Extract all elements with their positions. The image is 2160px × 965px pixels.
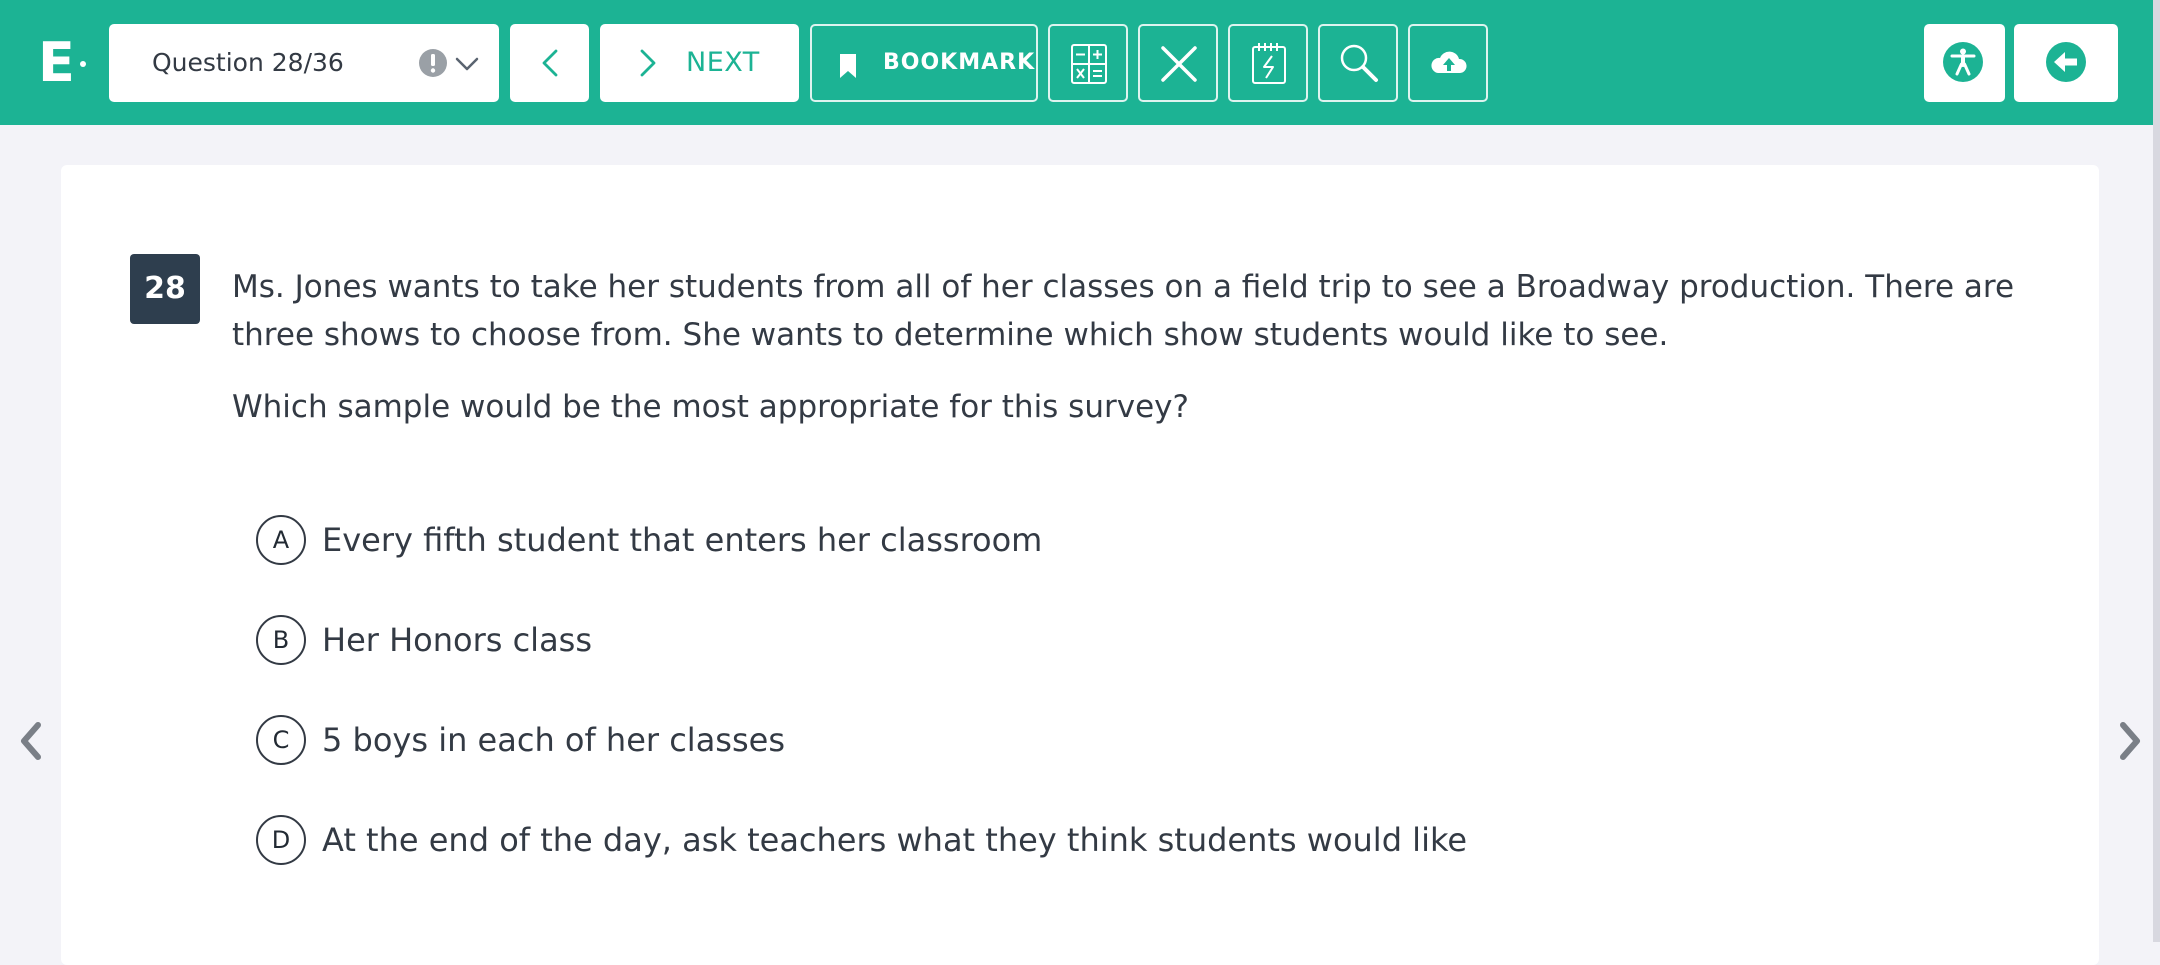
previous-page-arrow-icon[interactable]	[16, 720, 46, 762]
answer-choice-a[interactable]: A Every fifth student that enters her cl…	[256, 515, 1756, 567]
question-selector-label: Question 28/36	[152, 48, 344, 77]
chevron-right-icon	[640, 49, 656, 77]
next-button-label: NEXT	[686, 47, 760, 78]
choice-bubble[interactable]: C	[256, 715, 306, 765]
question-stem: Ms. Jones wants to take her students fro…	[232, 269, 2015, 353]
answer-choice-c[interactable]: C 5 boys in each of her classes	[256, 715, 1756, 767]
x-icon	[1161, 46, 1197, 82]
choice-text: Every fifth student that enters her clas…	[322, 521, 1043, 559]
choice-text: 5 boys in each of her classes	[322, 721, 785, 759]
chevron-down-icon	[455, 57, 479, 71]
magnifier-button[interactable]	[1318, 24, 1398, 102]
answer-eliminator-button[interactable]	[1138, 24, 1218, 102]
bookmark-icon	[840, 54, 856, 78]
arrow-left-circle-icon	[2046, 42, 2086, 82]
toolbar: E Question 28/36 NEXT BOOKMARK	[0, 0, 2160, 125]
scrollbar[interactable]	[2153, 0, 2160, 942]
answer-choice-b[interactable]: B Her Honors class	[256, 615, 1756, 667]
next-button[interactable]: NEXT	[600, 24, 799, 102]
choice-text: At the end of the day, ask teachers what…	[322, 821, 1468, 859]
choice-text: Her Honors class	[322, 621, 593, 659]
notepad-icon	[1252, 43, 1286, 84]
exclamation-circle-icon	[419, 49, 447, 77]
notepad-button[interactable]	[1228, 24, 1308, 102]
bookmark-button-label: BOOKMARK	[883, 50, 1036, 75]
choice-bubble[interactable]: B	[256, 615, 306, 665]
choice-bubble[interactable]: A	[256, 515, 306, 565]
accessibility-icon	[1943, 42, 1983, 82]
question-prompt: Which sample would be the most appropria…	[232, 389, 1189, 425]
calculator-icon	[1071, 44, 1107, 84]
question-selector[interactable]: Question 28/36	[109, 24, 499, 102]
logo-letter: E	[38, 31, 75, 94]
chevron-left-icon	[542, 49, 558, 77]
logo-dot	[80, 61, 86, 67]
bookmark-button[interactable]: BOOKMARK	[810, 24, 1038, 102]
app-logo: E	[38, 31, 86, 94]
accessibility-button[interactable]	[1924, 24, 2005, 102]
question-card: 28 Ms. Jones wants to take her students …	[61, 165, 2099, 965]
answer-choice-d[interactable]: D At the end of the day, ask teachers wh…	[256, 815, 1756, 867]
next-page-arrow-icon[interactable]	[2115, 720, 2145, 762]
cloud-upload-icon	[1431, 51, 1467, 73]
choice-bubble[interactable]: D	[256, 815, 306, 865]
calculator-button[interactable]	[1048, 24, 1128, 102]
exit-button[interactable]	[2014, 24, 2118, 102]
question-number-badge: 28	[130, 254, 200, 324]
previous-button[interactable]	[510, 24, 589, 102]
save-button[interactable]	[1408, 24, 1488, 102]
magnifier-icon	[1340, 44, 1378, 82]
